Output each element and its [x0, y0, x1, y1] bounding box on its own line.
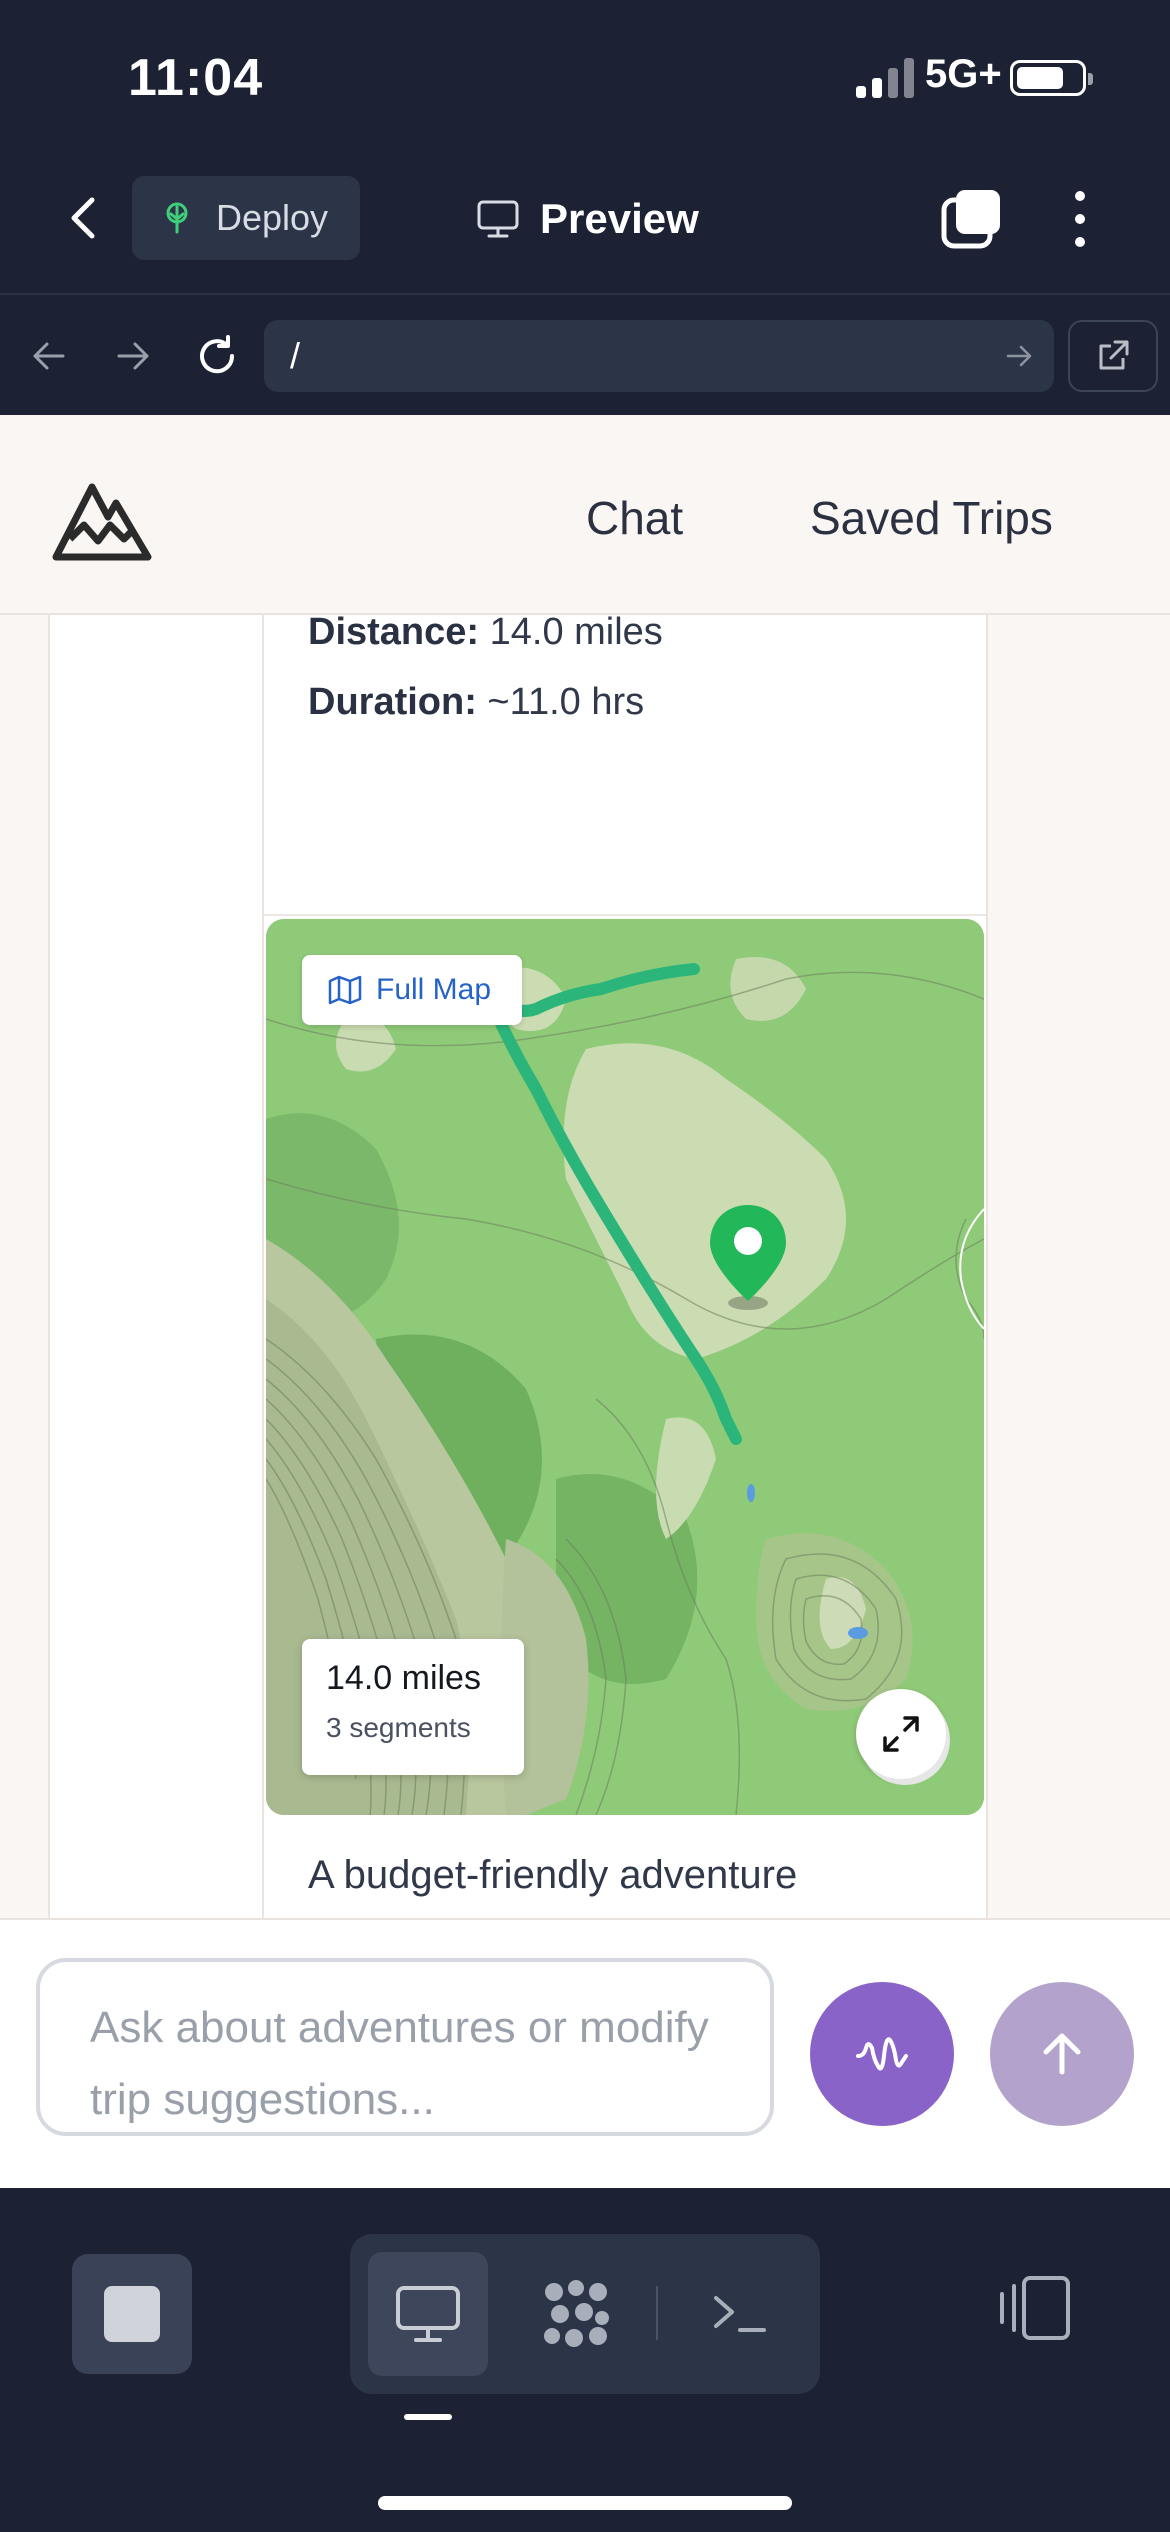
send-button[interactable]: [990, 1982, 1134, 2126]
terminal-icon: [714, 2296, 766, 2332]
expand-map-button[interactable]: [856, 1689, 946, 1779]
browser-forward-button[interactable]: [106, 329, 160, 383]
deploy-button[interactable]: Deploy: [132, 176, 360, 260]
stop-button[interactable]: [72, 2254, 192, 2374]
arrow-left-icon: [33, 342, 65, 370]
url-bar[interactable]: /: [264, 320, 1054, 392]
nav-saved-trips[interactable]: Saved Trips: [810, 491, 1053, 545]
logo-icon[interactable]: [52, 477, 152, 563]
status-bar: 11:04 5G+: [0, 0, 1170, 150]
bottom-toolbar: [0, 2188, 1170, 2532]
url-text: /: [290, 335, 301, 376]
separator: [656, 2286, 658, 2340]
duration-stat: Duration: ~11.0 hrs: [308, 681, 644, 724]
route-segments: 3 segments: [326, 1712, 471, 1743]
distance-stat: Distance: 14.0 miles: [308, 611, 663, 654]
arrow-up-icon: [1043, 2033, 1081, 2075]
arrow-right-icon: [117, 342, 149, 370]
tree-icon: [160, 201, 194, 235]
nav-chat[interactable]: Chat: [586, 491, 683, 545]
external-link-icon: [1099, 340, 1129, 370]
preview-tab[interactable]: Preview: [476, 188, 699, 250]
message-composer: Ask about adventures or modify trip sugg…: [0, 1918, 1170, 2188]
distance-label: Distance:: [308, 611, 480, 653]
expand-icon: [883, 1716, 919, 1752]
full-map-label: Full Map: [376, 973, 492, 1006]
more-icon: [1075, 191, 1085, 247]
side-panel-icon: [1000, 2276, 1070, 2340]
side-panel-button[interactable]: [994, 2270, 1074, 2350]
home-indicator: [378, 2496, 792, 2510]
route-map[interactable]: Full Map 14.0 miles 3 segments: [266, 919, 984, 1815]
full-map-button[interactable]: Full Map: [302, 955, 522, 1025]
tabs-button[interactable]: [940, 186, 1004, 250]
open-external-button[interactable]: [1068, 320, 1158, 392]
more-button[interactable]: [1056, 184, 1104, 254]
network-type: 5G+: [925, 52, 1002, 96]
signal-icon: [856, 58, 916, 98]
arrow-right-icon[interactable]: [1004, 340, 1036, 372]
back-icon: [71, 197, 95, 239]
map-pin-icon[interactable]: [706, 1201, 790, 1311]
active-view-indicator: [404, 2414, 452, 2420]
divider: [264, 914, 986, 916]
duration-value: ~11.0 hrs: [476, 681, 645, 723]
apps-view-button[interactable]: [516, 2252, 636, 2376]
apps-icon: [544, 2280, 609, 2347]
distance-value: 14.0 miles: [479, 611, 663, 653]
battery-icon: [1010, 60, 1093, 96]
chat-input[interactable]: Ask about adventures or modify trip sugg…: [36, 1958, 774, 2136]
reload-button[interactable]: [190, 329, 244, 383]
browser-bar: /: [0, 297, 1170, 415]
monitor-icon: [476, 199, 520, 239]
site-header: Chat Saved Trips: [0, 415, 1170, 615]
reload-icon: [200, 335, 235, 374]
waveform-icon: [856, 2037, 908, 2071]
preview-label: Preview: [540, 195, 699, 242]
terminal-view-button[interactable]: [680, 2252, 800, 2376]
app-toolbar: Deploy Preview: [0, 150, 1170, 295]
deploy-label: Deploy: [216, 197, 329, 238]
stop-icon: [104, 2286, 160, 2342]
back-button[interactable]: [60, 188, 110, 248]
desktop-icon: [396, 2286, 460, 2342]
desktop-view-button[interactable]: [368, 2252, 488, 2376]
duration-label: Duration:: [308, 681, 477, 723]
route-summary: 14.0 miles 3 segments: [302, 1639, 524, 1775]
browser-back-button[interactable]: [22, 329, 76, 383]
tabs-icon: [941, 190, 1000, 249]
status-time: 11:04: [128, 49, 264, 107]
view-switcher: [350, 2234, 820, 2394]
route-distance: 14.0 miles: [326, 1659, 481, 1697]
map-icon: [328, 975, 362, 1005]
voice-button[interactable]: [810, 1982, 954, 2126]
